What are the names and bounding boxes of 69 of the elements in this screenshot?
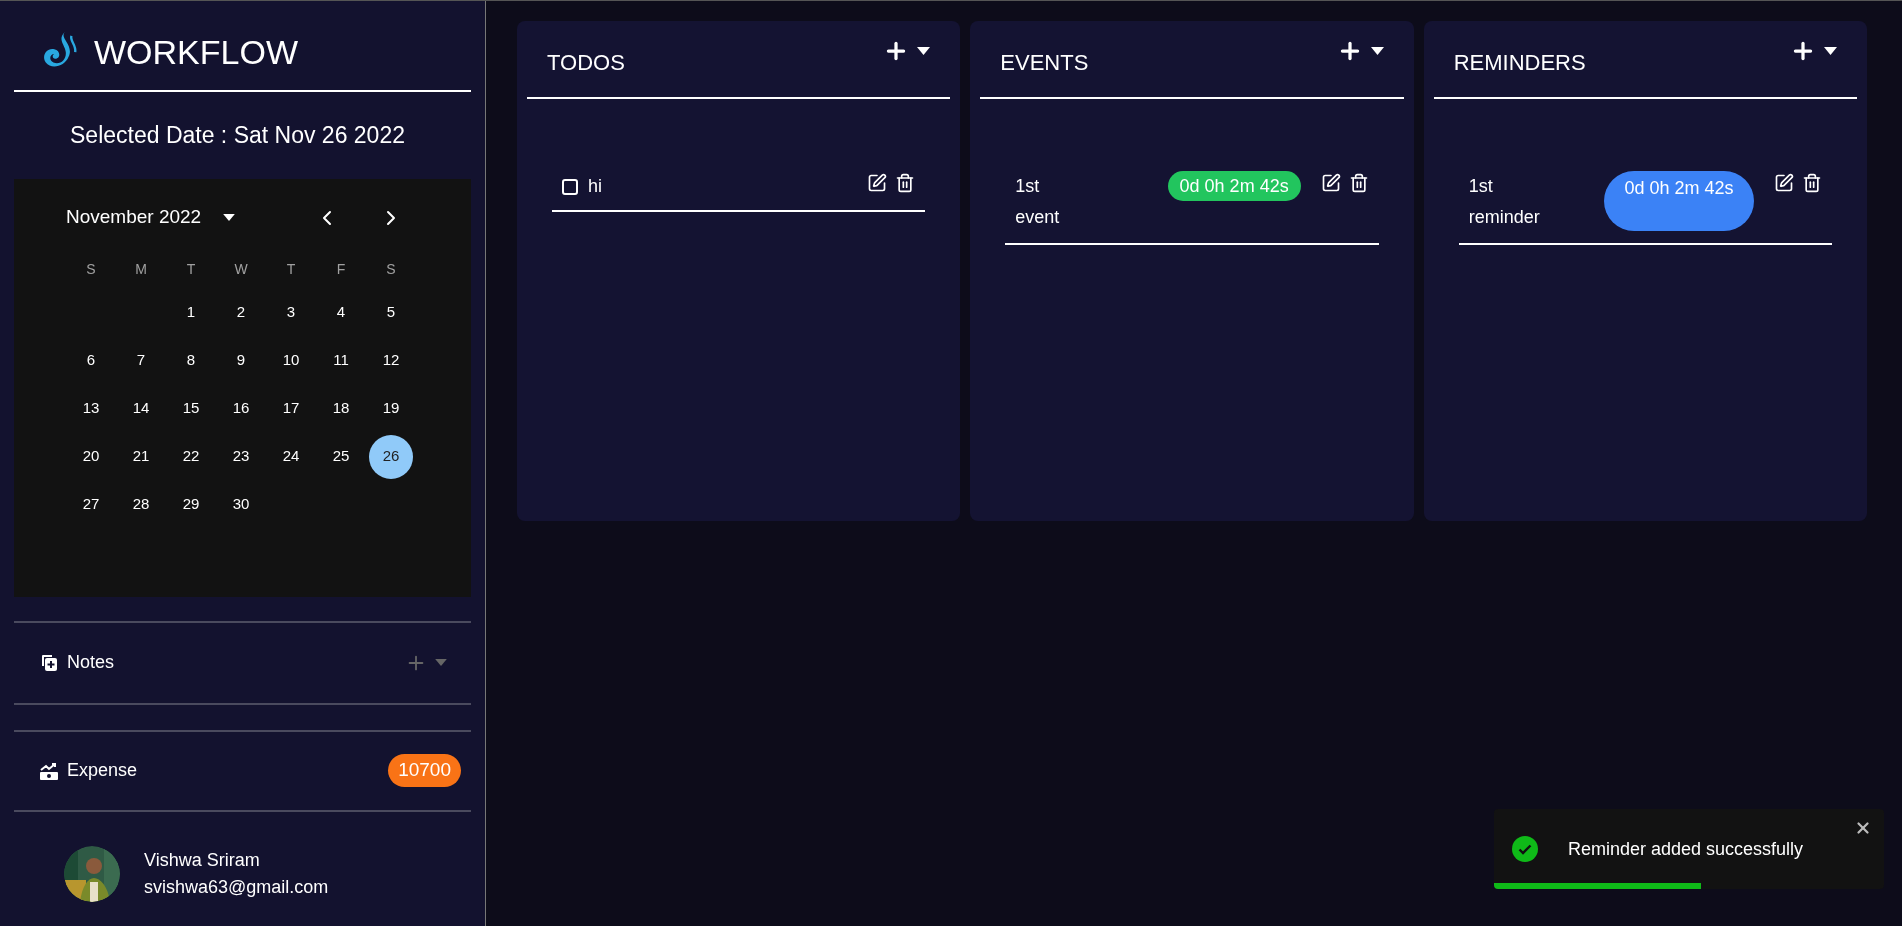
calendar-day[interactable]: 3 bbox=[269, 290, 313, 335]
weekday-label: S bbox=[85, 259, 97, 279]
caret-icon[interactable] bbox=[1370, 47, 1384, 55]
delete-icon[interactable] bbox=[895, 173, 916, 193]
calendar-day[interactable]: 17 bbox=[269, 386, 313, 431]
calendar-day[interactable]: 9 bbox=[219, 338, 263, 383]
month-label: November 2022 bbox=[66, 205, 202, 230]
success-check-icon bbox=[1512, 836, 1538, 862]
calendar-day[interactable]: 12 bbox=[369, 338, 413, 383]
calendar-day[interactable]: 28 bbox=[119, 482, 163, 527]
calendar-day[interactable]: 15 bbox=[169, 386, 213, 431]
calendar-day[interactable]: 8 bbox=[169, 338, 213, 383]
calendar-day[interactable]: 22 bbox=[169, 434, 213, 479]
edit-icon[interactable] bbox=[1774, 173, 1794, 193]
calendar-day[interactable]: 29 bbox=[169, 482, 213, 527]
add-note-icon bbox=[39, 652, 59, 673]
calendar-day[interactable]: 7 bbox=[119, 338, 163, 383]
section-label[interactable]: Expense bbox=[67, 757, 138, 784]
expense-total-badge: 10700 bbox=[388, 754, 461, 787]
edit-icon[interactable] bbox=[867, 173, 888, 193]
calendar-day[interactable]: 16 bbox=[219, 386, 263, 431]
calendar-day[interactable]: 4 bbox=[319, 290, 363, 335]
calendar-day[interactable]: 26 bbox=[369, 434, 413, 479]
panel-title: REMINDERS bbox=[1453, 48, 1586, 77]
delete-icon[interactable] bbox=[1348, 173, 1369, 193]
weekday-label: T bbox=[285, 259, 297, 279]
section-label[interactable]: Notes bbox=[67, 649, 115, 676]
panel-title: TODOS bbox=[547, 48, 625, 77]
reminder-title: 1st reminder bbox=[1467, 175, 1541, 229]
edit-icon[interactable] bbox=[1320, 173, 1341, 193]
delete-icon[interactable] bbox=[1802, 173, 1822, 193]
countdown-pill: 0d 0h 2m 42s bbox=[1167, 171, 1301, 201]
calendar-day[interactable]: 24 bbox=[269, 434, 313, 479]
toast-message: Reminder added successfully bbox=[1568, 837, 1804, 861]
calendar-day[interactable]: 25 bbox=[319, 434, 363, 479]
calendar-day[interactable]: 1 bbox=[169, 290, 213, 335]
weekday-label: S bbox=[385, 259, 397, 279]
calendar-day[interactable]: 10 bbox=[269, 338, 313, 383]
countdown-pill: 0d 0h 2m 42s bbox=[1604, 171, 1754, 231]
caret-icon[interactable] bbox=[223, 214, 236, 221]
weekday-label: W bbox=[233, 259, 249, 279]
app-title: WORKFLOW bbox=[94, 32, 298, 73]
calendar-day[interactable]: 6 bbox=[69, 338, 113, 383]
calendar-day[interactable]: 20 bbox=[69, 434, 113, 479]
checkbox[interactable] bbox=[562, 178, 578, 195]
calendar-day[interactable]: 30 bbox=[219, 482, 263, 527]
user-email: svishwa63@gmail.com bbox=[144, 875, 329, 899]
calendar-day[interactable]: 27 bbox=[69, 482, 113, 527]
calendar-day[interactable]: 19 bbox=[369, 386, 413, 431]
panel-title: EVENTS bbox=[1000, 48, 1089, 77]
calendar-day[interactable]: 21 bbox=[119, 434, 163, 479]
user-name: Vishwa Sriram bbox=[144, 848, 261, 872]
weekday-label: T bbox=[185, 259, 197, 279]
weekday-label: F bbox=[335, 259, 347, 279]
selected-date: Selected Date : Sat Nov 26 2022 bbox=[69, 121, 406, 150]
money-chart-icon bbox=[39, 760, 59, 781]
event-title: 1st event bbox=[1014, 175, 1061, 229]
close-icon[interactable] bbox=[1854, 819, 1872, 837]
calendar-day[interactable]: 5 bbox=[369, 290, 413, 335]
todo-text: hi bbox=[588, 175, 602, 198]
calendar-day[interactable]: 11 bbox=[319, 338, 363, 383]
calendar-day[interactable]: 2 bbox=[219, 290, 263, 335]
caret-icon[interactable] bbox=[917, 47, 931, 55]
calendar-day[interactable]: 18 bbox=[319, 386, 363, 431]
calendar-day[interactable]: 23 bbox=[219, 434, 263, 479]
weekday-label: M bbox=[134, 259, 148, 279]
calendar-day[interactable]: 14 bbox=[119, 386, 163, 431]
caret-icon[interactable] bbox=[1824, 47, 1837, 55]
calendar-day[interactable]: 13 bbox=[69, 386, 113, 431]
